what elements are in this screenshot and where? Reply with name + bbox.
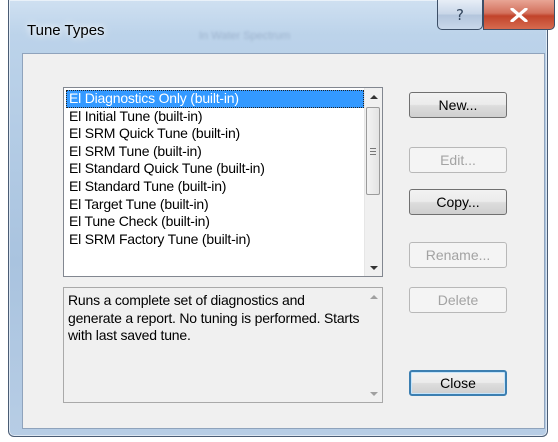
scroll-thumb[interactable] xyxy=(366,107,380,195)
new-button[interactable]: New... xyxy=(409,92,507,118)
edit-button[interactable]: Edit... xyxy=(409,147,507,173)
dialog-client-area: El Diagnostics Only (built-in) El Initial… xyxy=(22,53,545,429)
desc-scroll-up-button[interactable] xyxy=(365,288,382,305)
desc-scroll-up-arrow-icon xyxy=(369,294,378,299)
window-title: Tune Types xyxy=(27,22,105,39)
close-button[interactable]: Close xyxy=(409,370,507,396)
scroll-up-button[interactable] xyxy=(365,88,382,105)
list-item[interactable]: El SRM Factory Tune (built-in) xyxy=(66,231,364,249)
delete-button[interactable]: Delete xyxy=(409,287,507,313)
list-item[interactable]: El SRM Quick Tune (built-in) xyxy=(66,125,364,143)
window-close-button[interactable] xyxy=(483,0,555,30)
list-item[interactable]: El SRM Tune (built-in) xyxy=(66,143,364,161)
scroll-down-arrow-icon xyxy=(369,265,378,270)
list-item[interactable]: El Tune Check (built-in) xyxy=(66,213,364,231)
list-item[interactable]: El Diagnostics Only (built-in) xyxy=(66,90,364,108)
scroll-up-arrow-icon xyxy=(369,94,378,99)
list-item[interactable]: El Target Tune (built-in) xyxy=(66,196,364,214)
window-frame: In Water Spectrum Tune Types ? El Diagno… xyxy=(8,0,555,437)
tune-types-listbox[interactable]: El Diagnostics Only (built-in) El Initial… xyxy=(63,87,383,277)
list-item[interactable]: El Standard Quick Tune (built-in) xyxy=(66,160,364,178)
list-item[interactable]: El Standard Tune (built-in) xyxy=(66,178,364,196)
help-icon: ? xyxy=(456,5,464,24)
copy-button[interactable]: Copy... xyxy=(409,189,507,215)
help-button[interactable]: ? xyxy=(437,0,483,30)
list-scrollbar[interactable] xyxy=(364,88,382,276)
tune-types-list: El Diagnostics Only (built-in) El Initial… xyxy=(66,90,364,248)
desc-scroll-down-arrow-icon xyxy=(369,391,378,396)
grip-icon xyxy=(370,147,376,155)
rename-button[interactable]: Rename... xyxy=(409,242,507,268)
close-x-icon xyxy=(510,7,528,22)
desc-scroll-down-button[interactable] xyxy=(365,385,382,402)
description-box: Runs a complete set of diagnostics and g… xyxy=(63,287,383,403)
background-window-title: In Water Spectrum xyxy=(199,30,291,42)
scroll-down-button[interactable] xyxy=(365,259,382,276)
description-scrollbar[interactable] xyxy=(365,288,382,402)
description-text: Runs a complete set of diagnostics and g… xyxy=(68,292,360,344)
list-item[interactable]: El Initial Tune (built-in) xyxy=(66,108,364,126)
